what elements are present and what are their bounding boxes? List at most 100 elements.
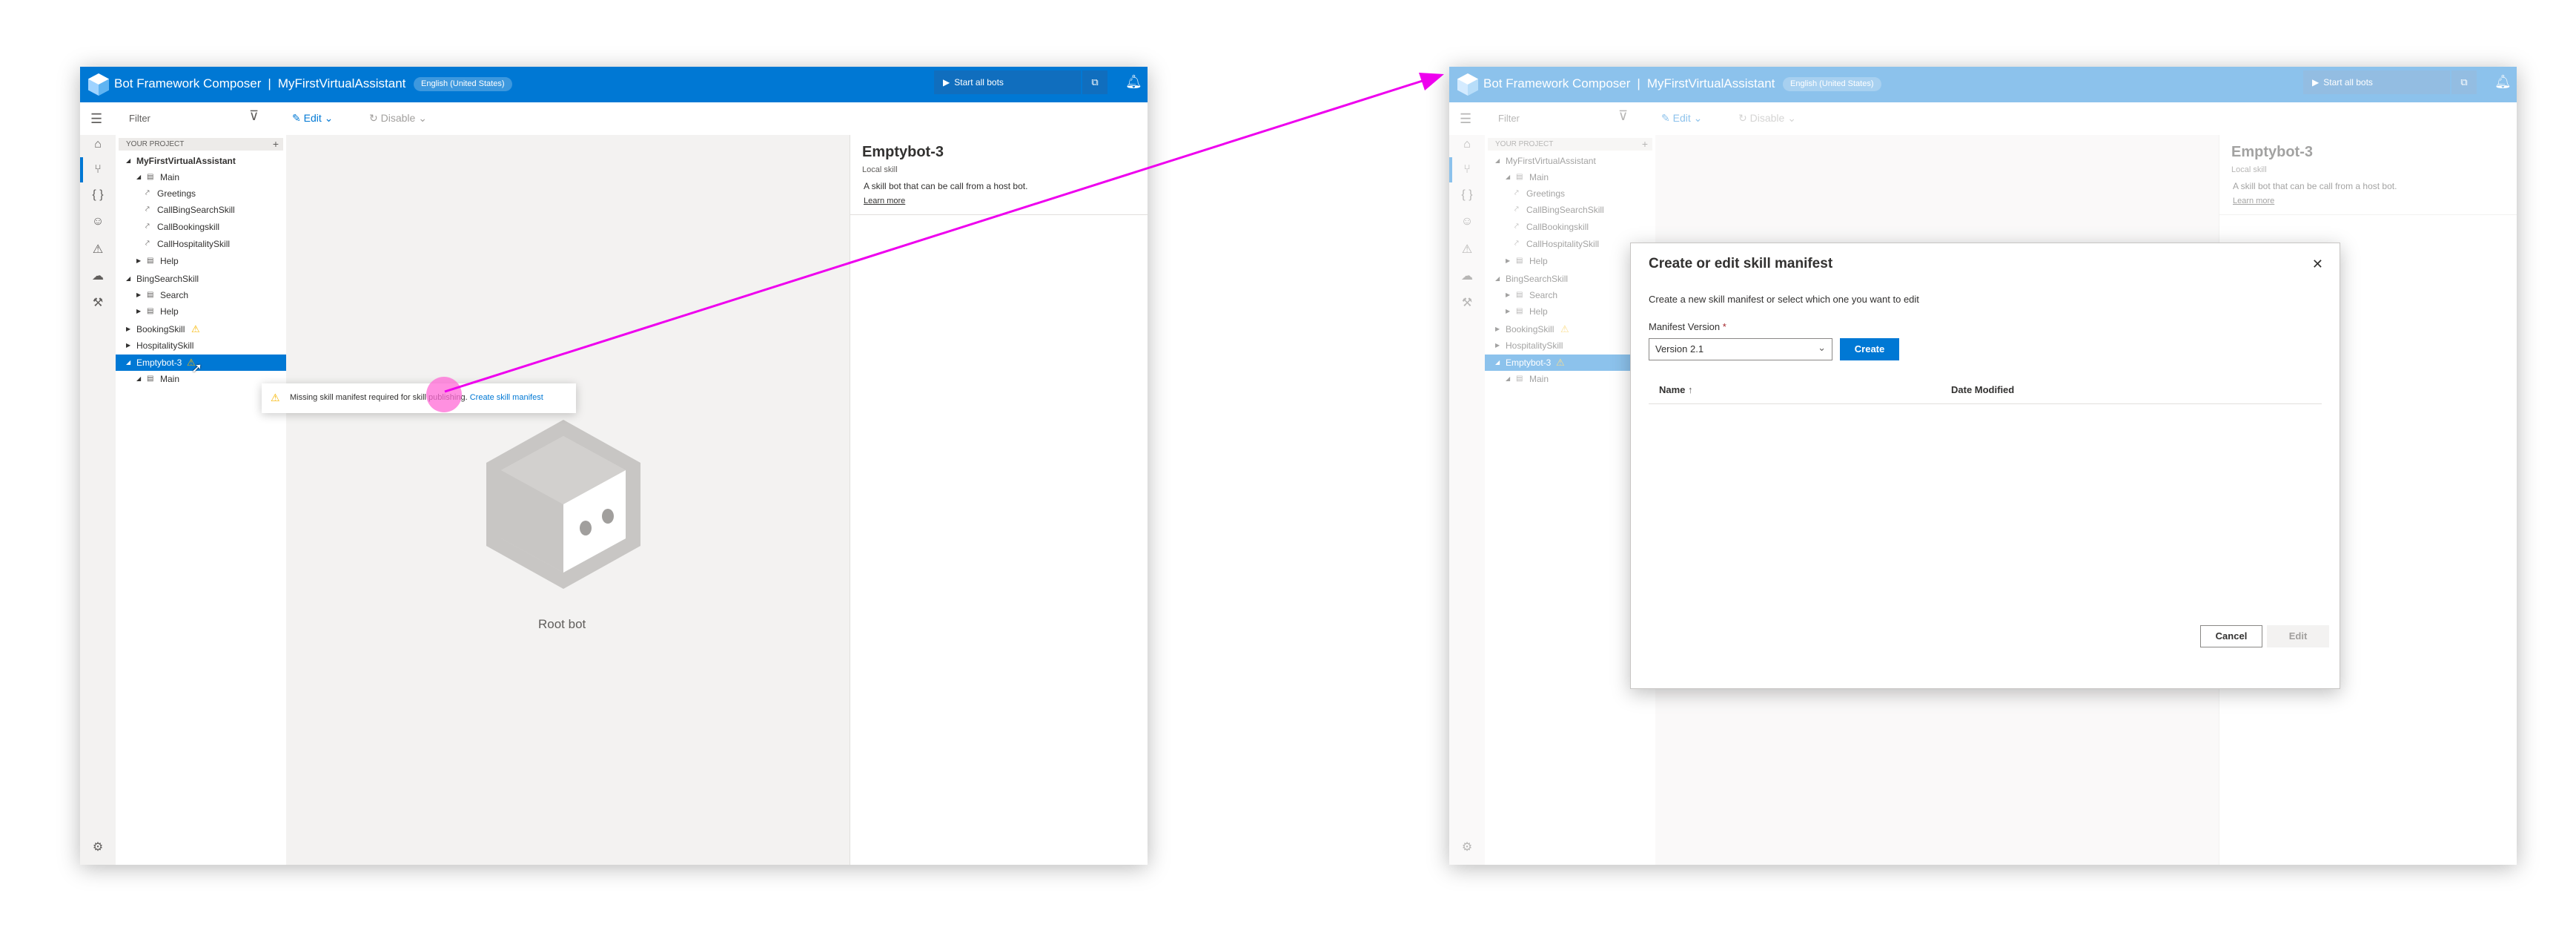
filter-input[interactable]: Filter <box>129 113 150 124</box>
tree-item-bot[interactable]: ◢ BingSearchSkill <box>116 271 286 287</box>
extensions-icon[interactable]: ⚒ <box>1449 295 1485 310</box>
learn-more-link[interactable]: Learn more <box>864 197 905 205</box>
disable-menu-button[interactable]: ↻ Disable ⌄ <box>1738 112 1796 125</box>
code-icon[interactable]: { } <box>1449 188 1485 202</box>
hamburger-icon[interactable]: ☰ <box>1460 111 1471 127</box>
start-all-bots-button[interactable]: ▶ Start all bots <box>2303 70 2450 94</box>
design-canvas: Root bot <box>286 135 850 865</box>
bot-responses-icon[interactable]: ☺ <box>1449 215 1485 228</box>
home-icon[interactable]: ⌂ <box>1449 138 1485 151</box>
column-header-date-modified[interactable]: Date Modified <box>1951 384 2014 395</box>
pencil-icon: ✎ <box>1661 112 1670 124</box>
chevron-down-icon: ⌄ <box>418 112 427 124</box>
filter-icon[interactable]: ⊽ <box>1618 108 1628 124</box>
app-title: Bot Framework Composer | MyFirstVirtualAss… <box>1483 76 1775 90</box>
edit-menu-button[interactable]: ✎ Edit ⌄ <box>292 112 333 125</box>
properties-title: Emptybot-3 <box>2231 144 2313 160</box>
tree-item-bot[interactable]: ◢ MyFirstVirtualAssistant <box>1485 153 1655 169</box>
mouse-pointer-icon: ➚ <box>191 360 203 375</box>
title-bar: Bot Framework Composer | MyFirstVirtualAss… <box>80 67 1148 102</box>
column-header-name[interactable]: Name ↑ <box>1659 384 1693 395</box>
publish-icon[interactable]: ☁ <box>1449 268 1485 283</box>
refresh-icon: ↻ <box>369 112 378 124</box>
design-icon[interactable]: ⑂ <box>80 163 116 177</box>
tree-header: YOUR PROJECT + <box>119 138 283 151</box>
bell-icon[interactable]: 🔔︎ <box>2494 74 2512 90</box>
copy-icon[interactable]: ⧉ <box>2451 70 2477 94</box>
tree-item-trigger[interactable]: ⤤ Greetings <box>116 185 286 202</box>
code-icon[interactable]: { } <box>80 188 116 202</box>
warning-nav-icon[interactable]: ⚠ <box>1449 242 1485 257</box>
tree-item-trigger[interactable]: ⤤ CallBingSearchSkill <box>116 202 286 218</box>
tree-header: YOUR PROJECT + <box>1488 138 1652 151</box>
tree-item-bot[interactable]: ▶ HospitalitySkill <box>116 337 286 354</box>
tree-item-bot[interactable]: ◢ MyFirstVirtualAssistant <box>116 153 286 169</box>
start-all-bots-button[interactable]: ▶ Start all bots <box>934 70 1081 94</box>
trigger-icon: ⤤ <box>145 189 150 197</box>
add-icon[interactable]: + <box>1642 138 1648 150</box>
filter-input[interactable]: Filter <box>1498 113 1520 124</box>
divider <box>850 214 1148 215</box>
tree-item-trigger[interactable]: ⤤ Greetings <box>1485 185 1655 202</box>
trigger-icon: ⤤ <box>1514 189 1519 197</box>
tree-item-trigger[interactable]: ⤤ CallBingSearchSkill <box>1485 202 1655 218</box>
tree-item-dialog[interactable]: ▶ ▤ Help <box>116 303 286 320</box>
tree-item-trigger[interactable]: ⤤ CallBookingskill <box>1485 219 1655 235</box>
properties-subtitle: Local skill <box>862 165 898 174</box>
locale-badge[interactable]: English (United States) <box>1783 77 1881 91</box>
bell-icon[interactable]: 🔔︎ <box>1125 74 1142 90</box>
tree-item-dialog[interactable]: ◢ ▤ Main <box>116 169 286 185</box>
trigger-icon: ⤤ <box>145 240 150 248</box>
dialog-icon: ▤ <box>147 307 154 315</box>
settings-icon[interactable]: ⚙ <box>80 840 116 854</box>
missing-manifest-tooltip: ⚠ Missing skill manifest required for sk… <box>262 383 576 413</box>
tree-item-bot[interactable]: ▶ BookingSkill ⚠ <box>116 321 286 337</box>
warning-icon: ⚠ <box>1560 323 1569 334</box>
chevron-down-icon: ⌄ <box>1787 112 1796 124</box>
tree-item-trigger[interactable]: ⤤ CallBookingskill <box>116 219 286 235</box>
composer-logo-icon <box>88 73 109 96</box>
add-icon[interactable]: + <box>273 138 279 150</box>
extensions-icon[interactable]: ⚒ <box>80 295 116 310</box>
home-icon[interactable]: ⌂ <box>80 138 116 151</box>
publish-icon[interactable]: ☁ <box>80 268 116 283</box>
manifest-version-select[interactable]: Version 2.1 ⌄ <box>1649 338 1832 360</box>
create-skill-manifest-link[interactable]: Create skill manifest <box>470 393 543 402</box>
warning-icon: ⚠ <box>191 323 200 334</box>
manifest-version-label: Manifest Version * <box>1649 321 1726 332</box>
properties-subtitle: Local skill <box>2231 165 2267 174</box>
dialog-icon: ▤ <box>147 173 154 181</box>
learn-more-link[interactable]: Learn more <box>2233 197 2274 205</box>
trigger-icon: ⤤ <box>145 205 150 214</box>
composer-logo-icon <box>1457 73 1478 96</box>
root-bot-cube-icon <box>486 420 640 589</box>
tree-item-trigger[interactable]: ⤤ CallHospitalitySkill <box>116 236 286 252</box>
title-bar: Bot Framework Composer | MyFirstVirtualAss… <box>1449 67 2517 102</box>
tree-item-dialog[interactable]: ▶ ▤ Help <box>116 253 286 269</box>
refresh-icon: ↻ <box>1738 112 1747 124</box>
design-icon[interactable]: ⑂ <box>1449 163 1485 177</box>
create-button[interactable]: Create <box>1840 338 1899 360</box>
close-icon[interactable]: ✕ <box>2312 257 2323 272</box>
properties-title: Emptybot-3 <box>862 144 944 160</box>
dialog-icon: ▤ <box>147 291 154 299</box>
edit-button[interactable]: Edit <box>2267 625 2329 647</box>
play-icon: ▶ <box>943 77 950 88</box>
disable-menu-button[interactable]: ↻ Disable ⌄ <box>369 112 427 125</box>
locale-badge[interactable]: English (United States) <box>414 77 512 91</box>
bot-responses-icon[interactable]: ☺ <box>80 215 116 228</box>
click-indicator <box>426 377 462 412</box>
edit-menu-button[interactable]: ✎ Edit ⌄ <box>1661 112 1702 125</box>
cancel-button[interactable]: Cancel <box>2200 625 2262 647</box>
copy-icon[interactable]: ⧉ <box>1082 70 1107 94</box>
properties-description: A skill bot that can be call from a host… <box>2233 181 2397 191</box>
settings-icon[interactable]: ⚙ <box>1449 840 1485 854</box>
warning-nav-icon[interactable]: ⚠ <box>80 242 116 257</box>
trigger-icon: ⤤ <box>1514 240 1519 248</box>
hamburger-icon[interactable]: ☰ <box>90 111 102 127</box>
tree-item-dialog[interactable]: ▶ ▤ Search <box>116 287 286 303</box>
dialog-subtitle: Create a new skill manifest or select wh… <box>1649 294 1919 305</box>
filter-icon[interactable]: ⊽ <box>249 108 259 124</box>
left-nav: ⌂ ⑂ { } ☺ ⚠ ☁ ⚒ ⚙ <box>80 135 116 865</box>
tree-item-dialog[interactable]: ◢ ▤ Main <box>1485 169 1655 185</box>
